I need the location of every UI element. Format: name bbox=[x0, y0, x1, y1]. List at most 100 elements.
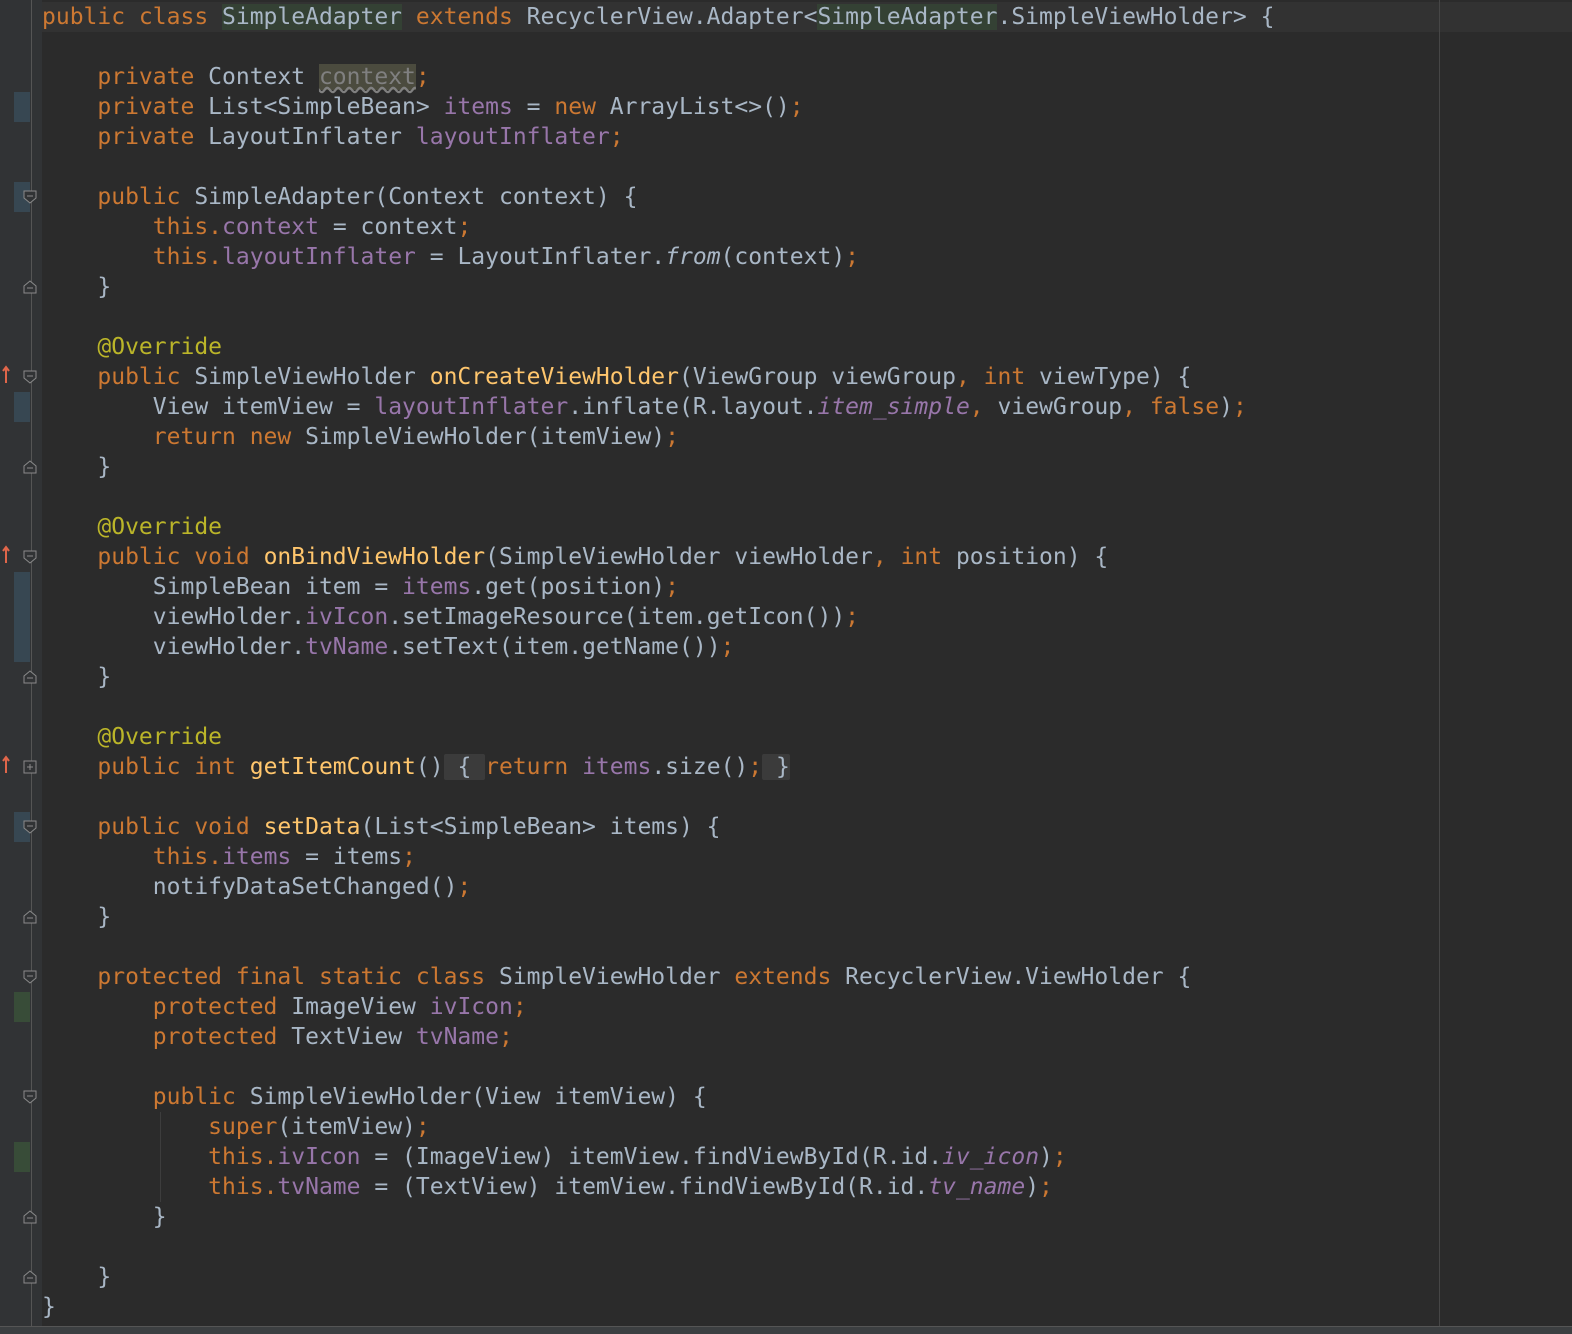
code-token: SimpleAdapter(Context context) { bbox=[194, 184, 638, 210]
code-token: RecyclerView.ViewHolder { bbox=[845, 964, 1192, 990]
code-token: ; bbox=[498, 1024, 513, 1050]
code-line[interactable] bbox=[42, 932, 1274, 962]
code-line[interactable]: public class SimpleAdapter extends Recyc… bbox=[42, 2, 1274, 32]
code-token: .SimpleViewHolder> { bbox=[997, 4, 1275, 30]
code-token: ; bbox=[415, 64, 430, 90]
code-line[interactable]: protected ImageView ivIcon; bbox=[42, 992, 1274, 1022]
code-line[interactable]: this.items = items; bbox=[42, 842, 1274, 872]
fold-end-icon[interactable] bbox=[23, 670, 37, 684]
code-token: layoutInflater bbox=[374, 394, 569, 420]
change-marker-modified[interactable] bbox=[14, 572, 30, 662]
code-token: LayoutInflater bbox=[208, 124, 416, 150]
code-line[interactable]: @Override bbox=[42, 722, 1274, 752]
code-token: this bbox=[208, 1144, 264, 1170]
code-line[interactable] bbox=[42, 1232, 1274, 1262]
code-text[interactable]: public class SimpleAdapter extends Recyc… bbox=[42, 2, 1274, 1322]
fold-start-icon[interactable] bbox=[23, 190, 37, 204]
code-line[interactable]: protected TextView tvName; bbox=[42, 1022, 1274, 1052]
change-marker-modified[interactable] bbox=[14, 392, 30, 422]
code-token: SimpleAdapter bbox=[222, 4, 403, 30]
code-line[interactable]: viewHolder.tvName.setText(item.getName()… bbox=[42, 632, 1274, 662]
code-line[interactable]: } bbox=[42, 1202, 1274, 1232]
code-line[interactable]: this.context = context; bbox=[42, 212, 1274, 242]
code-line[interactable]: public void onBindViewHolder(SimpleViewH… bbox=[42, 542, 1274, 572]
code-line[interactable]: SimpleBean item = items.get(position); bbox=[42, 572, 1274, 602]
override-arrow-icon[interactable] bbox=[1, 755, 11, 775]
code-line[interactable]: private List<SimpleBean> items = new Arr… bbox=[42, 92, 1274, 122]
fold-end-icon[interactable] bbox=[23, 1210, 37, 1224]
fold-end-icon[interactable] bbox=[23, 460, 37, 474]
code-token: .inflate(R.layout. bbox=[568, 394, 818, 420]
code-line[interactable]: public SimpleAdapter(Context context) { bbox=[42, 182, 1274, 212]
code-line[interactable] bbox=[42, 782, 1274, 812]
code-token: protected bbox=[152, 994, 292, 1020]
code-line[interactable]: } bbox=[42, 902, 1274, 932]
code-token: this bbox=[152, 844, 209, 870]
code-line[interactable] bbox=[42, 692, 1274, 722]
code-line[interactable]: public int getItemCount() { return items… bbox=[42, 752, 1274, 782]
code-line[interactable]: public void setData(List<SimpleBean> ite… bbox=[42, 812, 1274, 842]
fold-start-icon[interactable] bbox=[23, 550, 37, 564]
code-line[interactable]: return new SimpleViewHolder(itemView); bbox=[42, 422, 1274, 452]
code-token: tv_name bbox=[928, 1174, 1026, 1200]
code-line[interactable] bbox=[42, 482, 1274, 512]
code-line[interactable] bbox=[42, 1052, 1274, 1082]
code-line[interactable]: protected final static class SimpleViewH… bbox=[42, 962, 1274, 992]
code-line[interactable]: public SimpleViewHolder(View itemView) { bbox=[42, 1082, 1274, 1112]
code-line[interactable]: this.layoutInflater = LayoutInflater.fro… bbox=[42, 242, 1274, 272]
fold-start-icon[interactable] bbox=[23, 370, 37, 384]
code-line[interactable] bbox=[42, 152, 1274, 182]
code-line[interactable] bbox=[42, 32, 1274, 62]
code-token: = (ImageView) itemView.findViewById(R.id… bbox=[360, 1144, 943, 1170]
code-line[interactable] bbox=[42, 302, 1274, 332]
fold-end-icon[interactable] bbox=[23, 280, 37, 294]
code-editor[interactable]: public class SimpleAdapter extends Recyc… bbox=[0, 0, 1572, 1334]
change-marker-added[interactable] bbox=[14, 992, 30, 1022]
fold-start-icon[interactable] bbox=[23, 970, 37, 984]
code-token: } bbox=[762, 754, 790, 780]
code-line[interactable]: @Override bbox=[42, 332, 1274, 362]
override-arrow-icon[interactable] bbox=[1, 365, 11, 385]
code-line[interactable]: } bbox=[42, 1262, 1274, 1292]
override-arrow-icon[interactable] bbox=[1, 545, 11, 565]
change-marker-added[interactable] bbox=[14, 1142, 30, 1172]
horizontal-scrollbar[interactable] bbox=[0, 1326, 1572, 1334]
code-token: private bbox=[97, 124, 209, 150]
code-token: ) bbox=[1039, 1144, 1053, 1170]
code-token: setData bbox=[263, 814, 361, 840]
code-line[interactable]: notifyDataSetChanged(); bbox=[42, 872, 1274, 902]
code-line[interactable]: @Override bbox=[42, 512, 1274, 542]
code-line[interactable]: } bbox=[42, 272, 1274, 302]
code-line[interactable]: View itemView = layoutInflater.inflate(R… bbox=[42, 392, 1274, 422]
code-line[interactable]: this.tvName = (TextView) itemView.findVi… bbox=[42, 1172, 1274, 1202]
code-token: ; bbox=[1052, 1144, 1067, 1170]
code-line[interactable]: } bbox=[42, 662, 1274, 692]
code-token: public bbox=[97, 184, 195, 210]
code-line[interactable]: viewHolder.ivIcon.setImageResource(item.… bbox=[42, 602, 1274, 632]
change-marker-modified[interactable] bbox=[14, 92, 30, 122]
fold-start-icon[interactable] bbox=[23, 1090, 37, 1104]
fold-start-icon[interactable] bbox=[23, 820, 37, 834]
code-line[interactable]: super(itemView); bbox=[42, 1112, 1274, 1142]
code-line[interactable]: } bbox=[42, 1292, 1274, 1322]
code-token: . bbox=[208, 214, 223, 240]
code-token: ) bbox=[1219, 394, 1233, 420]
code-token: ImageView bbox=[291, 994, 430, 1020]
code-line[interactable]: } bbox=[42, 452, 1274, 482]
code-line[interactable]: private Context context; bbox=[42, 62, 1274, 92]
code-line[interactable]: private LayoutInflater layoutInflater; bbox=[42, 122, 1274, 152]
code-line[interactable]: public SimpleViewHolder onCreateViewHold… bbox=[42, 362, 1274, 392]
code-line[interactable]: this.ivIcon = (ImageView) itemView.findV… bbox=[42, 1142, 1274, 1172]
fold-end-icon[interactable] bbox=[23, 1270, 37, 1284]
fold-end-icon[interactable] bbox=[23, 910, 37, 924]
fold-expand-icon[interactable] bbox=[23, 760, 37, 774]
code-token: SimpleViewHolder(View itemView) { bbox=[249, 1084, 707, 1110]
code-token: onCreateViewHolder bbox=[429, 364, 679, 390]
code-token: = context bbox=[318, 214, 458, 240]
